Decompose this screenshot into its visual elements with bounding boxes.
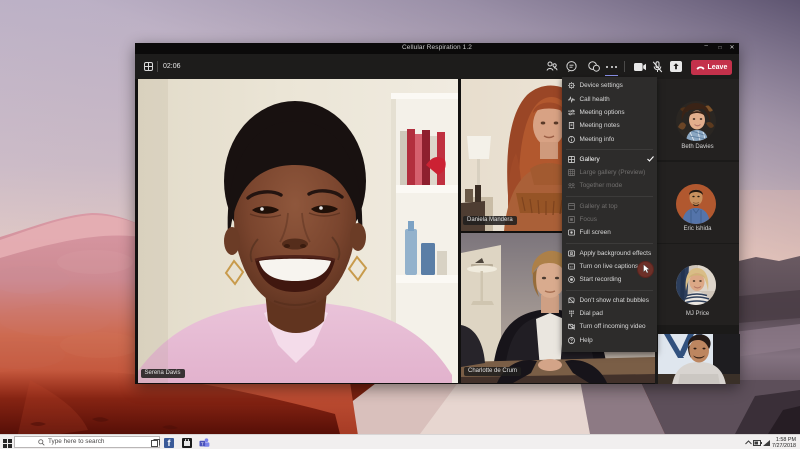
- svg-text:T: T: [201, 441, 204, 446]
